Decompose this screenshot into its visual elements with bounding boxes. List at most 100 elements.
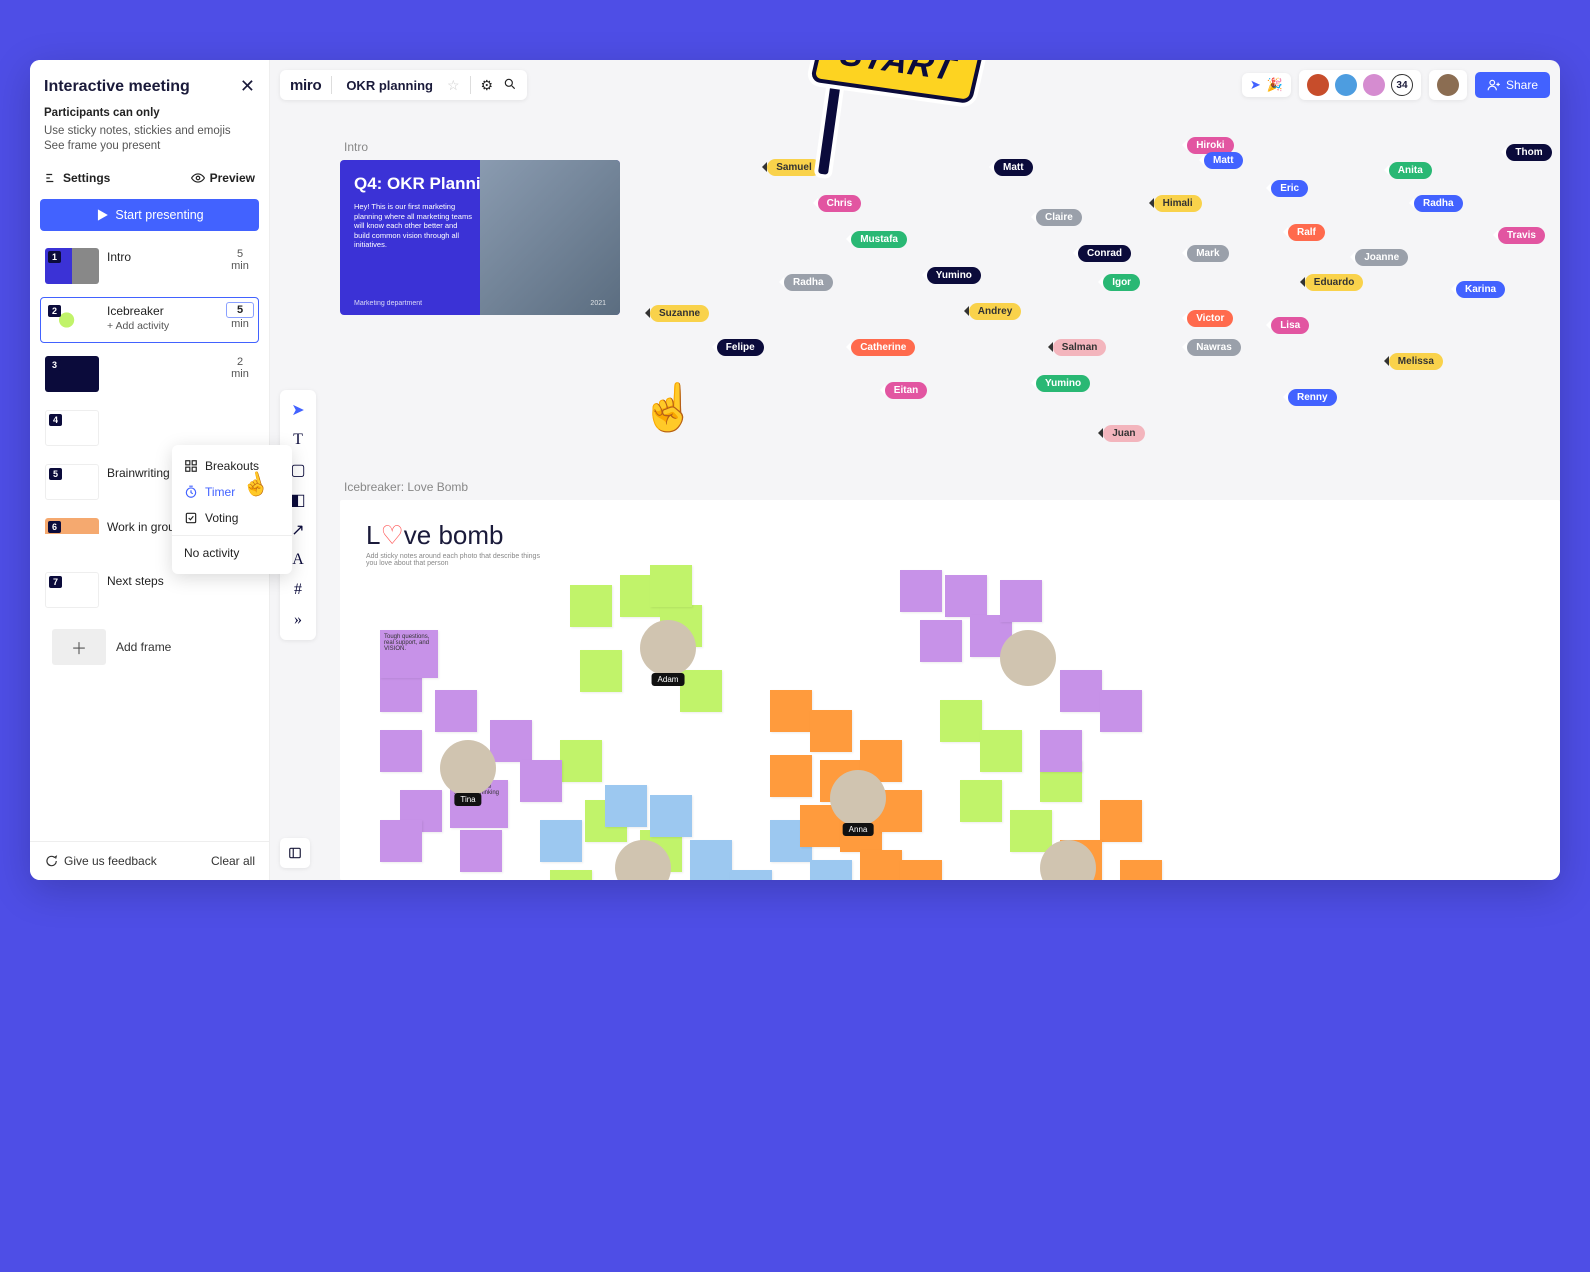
sticky-note[interactable] xyxy=(810,860,852,880)
person-name-tag: Anna xyxy=(843,823,874,836)
sticky-note[interactable] xyxy=(810,710,852,752)
sticky-note[interactable] xyxy=(730,870,772,880)
frame-title: Intro xyxy=(107,248,218,284)
menu-item-none[interactable]: No activity xyxy=(172,540,292,566)
sticky-note[interactable] xyxy=(580,650,622,692)
frame-thumb: 1 xyxy=(45,248,99,284)
frame-thumb: 7 xyxy=(45,572,99,608)
sticky-note[interactable] xyxy=(550,870,592,880)
intro-slide: Q4: OKR Planning Hey! This is our first … xyxy=(340,160,620,315)
frame-title: Next steps xyxy=(107,572,218,608)
frame-duration[interactable]: 5min xyxy=(226,302,254,338)
cursor-label: Yumino xyxy=(927,267,981,284)
sticky-note[interactable] xyxy=(880,790,922,832)
collaborator-cursors: HirokiSamuelMattMattAnitaThomChrisEricHi… xyxy=(700,130,1540,490)
person-name-tag: Adam xyxy=(652,673,685,686)
participant-rules: Participants can only Use sticky notes, … xyxy=(30,107,269,167)
frame-title xyxy=(107,410,218,446)
app-window: Interactive meeting ✕ Participants can o… xyxy=(30,60,1560,880)
feedback-button[interactable]: Give us feedback xyxy=(44,854,157,868)
cursor-label: Karina xyxy=(1456,281,1505,298)
sticky-note[interactable] xyxy=(605,785,647,827)
frame-thumb: 2 xyxy=(45,302,99,338)
sticky-note[interactable] xyxy=(650,795,692,837)
sticky-note[interactable] xyxy=(900,860,942,880)
sticky-note[interactable] xyxy=(380,820,422,862)
person-avatar[interactable] xyxy=(1000,630,1056,686)
sticky-note[interactable] xyxy=(1010,810,1052,852)
sticky-note[interactable] xyxy=(1120,860,1162,880)
sticky-note[interactable] xyxy=(1040,730,1082,772)
preview-button[interactable]: Preview xyxy=(191,171,255,185)
sticky-note[interactable] xyxy=(490,720,532,762)
cursor-label: Suzanne xyxy=(650,305,709,322)
sticky-note[interactable] xyxy=(770,690,812,732)
sticky-note[interactable]: Tough questions, real support, and VISIO… xyxy=(380,630,438,678)
frame-item-intro[interactable]: 1 Intro 5min xyxy=(40,243,259,289)
sticky-note[interactable] xyxy=(940,700,982,742)
sticky-note[interactable] xyxy=(960,780,1002,822)
sticky-note[interactable] xyxy=(860,850,902,880)
cursor-label: Nawras xyxy=(1187,339,1241,356)
sticky-note[interactable] xyxy=(770,755,812,797)
cursor-label: Lisa xyxy=(1271,317,1309,334)
add-activity-link[interactable]: + Add activity xyxy=(107,320,218,332)
cursor-label: Yumino xyxy=(1036,375,1090,392)
sticky-note[interactable] xyxy=(945,575,987,617)
plus-icon: ＋ xyxy=(52,629,106,665)
cursor-label: Mark xyxy=(1187,245,1228,262)
frame-item-icebreaker[interactable]: 2 Icebreaker + Add activity 5min xyxy=(40,297,259,343)
vote-icon xyxy=(184,511,198,525)
close-icon[interactable]: ✕ xyxy=(240,76,255,97)
sidebar-title: Interactive meeting xyxy=(44,78,190,96)
menu-item-voting[interactable]: Voting xyxy=(172,505,292,531)
sticky-note[interactable] xyxy=(1100,800,1142,842)
sticky-note[interactable] xyxy=(380,730,422,772)
sticky-note[interactable] xyxy=(680,670,722,712)
icebreaker-frame[interactable]: Icebreaker: Love Bomb L♡ve bomb Add stic… xyxy=(340,480,1560,880)
sticky-note[interactable] xyxy=(1060,670,1102,712)
sticky-note[interactable] xyxy=(1000,580,1042,622)
sticky-note[interactable] xyxy=(1100,690,1142,732)
cursor-label: Salman xyxy=(1053,339,1107,356)
sticky-note[interactable] xyxy=(520,760,562,802)
sticky-note[interactable] xyxy=(435,690,477,732)
person-avatar[interactable]: Tina xyxy=(440,740,496,796)
person-avatar[interactable]: Anna xyxy=(830,770,886,826)
cursor-label: Claire xyxy=(1036,209,1082,226)
add-frame-button[interactable]: ＋ Add frame xyxy=(44,621,255,673)
cursor-label: Eitan xyxy=(885,382,927,399)
frame-duration xyxy=(226,572,254,608)
frame-label: Icebreaker: Love Bomb xyxy=(344,480,1560,494)
settings-button[interactable]: Settings xyxy=(44,171,110,185)
board-canvas[interactable]: miro OKR planning ☆ ⚙ ➤ 🎉 34 xyxy=(270,60,1560,880)
cursor-label: Joanne xyxy=(1355,249,1408,266)
start-presenting-button[interactable]: Start presenting xyxy=(40,199,259,231)
sticky-note[interactable] xyxy=(980,730,1022,772)
sticky-note[interactable] xyxy=(650,565,692,607)
frame-duration xyxy=(226,410,254,446)
sticky-note[interactable] xyxy=(690,840,732,880)
frame-label: Intro xyxy=(344,140,640,154)
sticky-note[interactable] xyxy=(460,830,502,872)
clear-all-button[interactable]: Clear all xyxy=(211,854,255,868)
cursor-label: Andrey xyxy=(969,303,1021,320)
cursor-label: Eric xyxy=(1271,180,1308,197)
grid-icon xyxy=(184,459,198,473)
sticky-note[interactable] xyxy=(920,620,962,662)
menu-item-timer[interactable]: Timer xyxy=(172,479,292,505)
sticky-note[interactable] xyxy=(900,570,942,612)
cursor-label: Victor xyxy=(1187,310,1233,327)
frame-item-3[interactable]: 3 2min xyxy=(40,351,259,397)
frame-duration: 5min xyxy=(226,248,254,284)
cursor-label: Anita xyxy=(1389,162,1432,179)
intro-frame[interactable]: Intro Q4: OKR Planning Hey! This is our … xyxy=(340,140,640,315)
cursor-label: Mustafa xyxy=(851,231,907,248)
menu-item-breakouts[interactable]: Breakouts xyxy=(172,453,292,479)
person-avatar[interactable]: Adam xyxy=(640,620,696,676)
sticky-note[interactable] xyxy=(570,585,612,627)
slide-body: Hey! This is our first marketing plannin… xyxy=(354,202,474,249)
sticky-note[interactable] xyxy=(560,740,602,782)
board-subtitle: Add sticky notes around each photo that … xyxy=(340,553,540,567)
sticky-note[interactable] xyxy=(540,820,582,862)
